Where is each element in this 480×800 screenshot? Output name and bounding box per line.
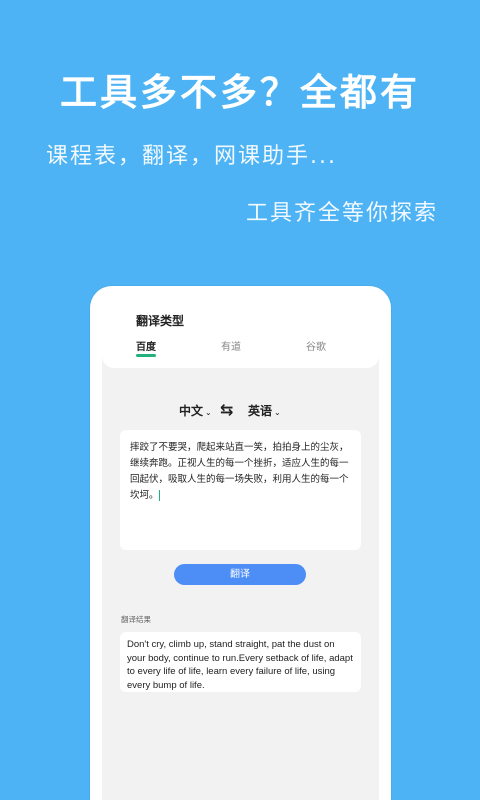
phone-mockup: 翻译类型 百度 有道 谷歌 中文 ⌄ ⇆ 英语 ⌄ 摔跤了不要哭，爬起来站直一笑，拍…: [90, 286, 391, 800]
source-text-input[interactable]: 摔跤了不要哭，爬起来站直一笑，拍拍身上的尘灰，继续奔跑。正视人生的每一个挫折，适…: [120, 430, 361, 550]
target-language-select[interactable]: 英语 ⌄: [248, 402, 281, 419]
tab-baidu[interactable]: 百度: [136, 338, 156, 353]
tab-youdao[interactable]: 有道: [221, 338, 241, 353]
translate-screen: 翻译类型 百度 有道 谷歌 中文 ⌄ ⇆ 英语 ⌄ 摔跤了不要哭，爬起来站直一笑，拍…: [102, 298, 379, 800]
source-text-content: 摔跤了不要哭，爬起来站直一笑，拍拍身上的尘灰，继续奔跑。正视人生的每一个挫折，适…: [130, 442, 349, 501]
chevron-down-icon: ⌄: [274, 408, 281, 417]
translation-type-title: 翻译类型: [136, 314, 185, 328]
translation-type-card: 翻译类型 百度 有道 谷歌: [102, 298, 379, 368]
source-language-select[interactable]: 中文 ⌄: [179, 402, 212, 419]
chevron-down-icon: ⌄: [205, 408, 212, 417]
promo-subtitle-explore: 工具齐全等你探索: [245, 201, 438, 226]
translate-button[interactable]: 翻译: [174, 564, 306, 585]
translation-result: Don't cry, climb up, stand straight, pat…: [120, 632, 361, 692]
tab-google[interactable]: 谷歌: [306, 338, 326, 353]
result-label: 翻译结果: [121, 615, 151, 624]
language-selector-row: 中文 ⌄ ⇆ 英语 ⌄: [102, 400, 379, 419]
promo-headline: 工具多不多？全都有: [60, 71, 420, 114]
target-language-label: 英语: [248, 404, 273, 418]
active-tab-indicator: [136, 354, 156, 357]
source-language-label: 中文: [179, 404, 204, 418]
text-cursor: [158, 490, 160, 501]
swap-arrows-icon[interactable]: ⇆: [220, 400, 233, 419]
promo-subtitle-features: 课程表，翻译，网课助手...: [46, 144, 337, 169]
